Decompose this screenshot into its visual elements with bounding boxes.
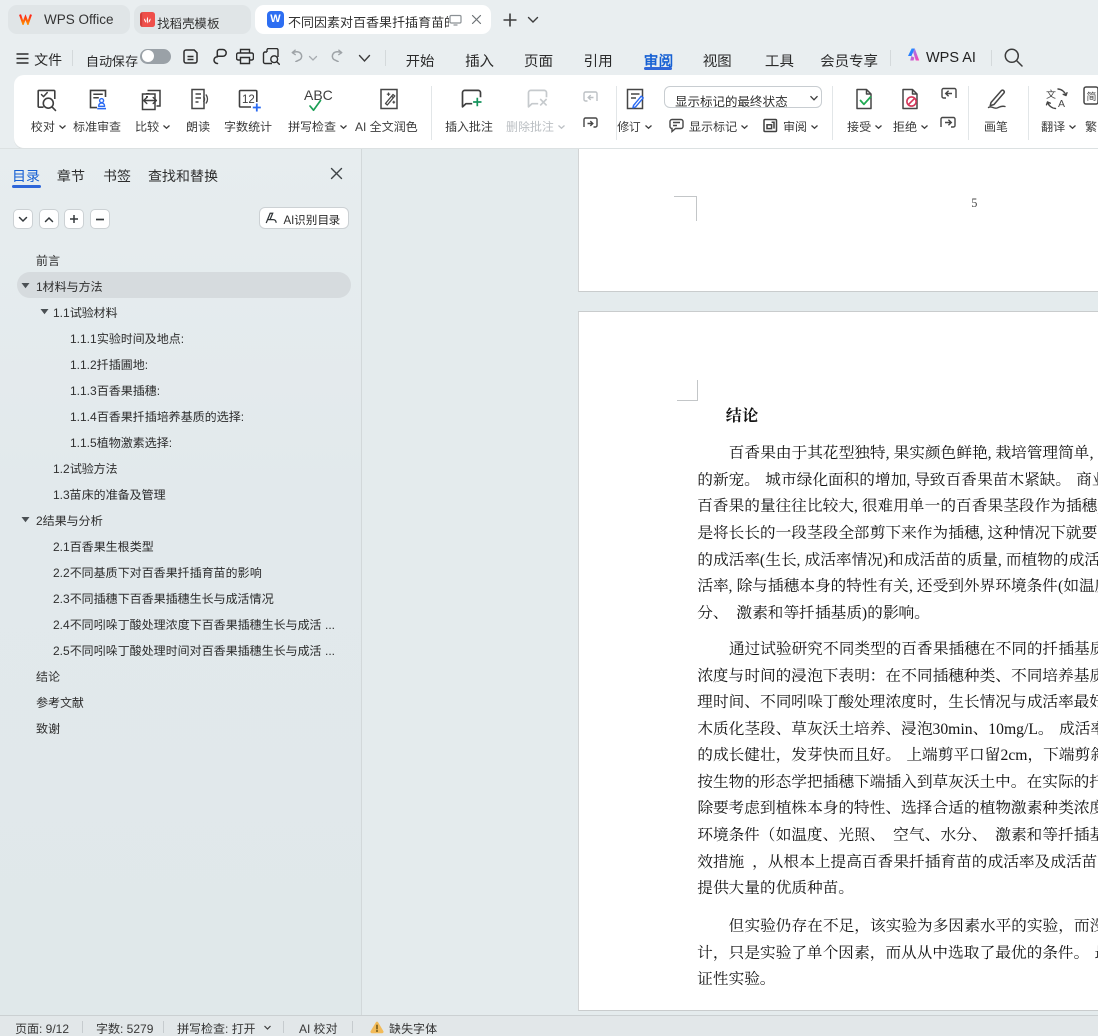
svg-text:文: 文 — [1046, 86, 1057, 101]
svg-text:A: A — [1058, 98, 1065, 110]
svg-text:简: 简 — [1087, 88, 1097, 103]
